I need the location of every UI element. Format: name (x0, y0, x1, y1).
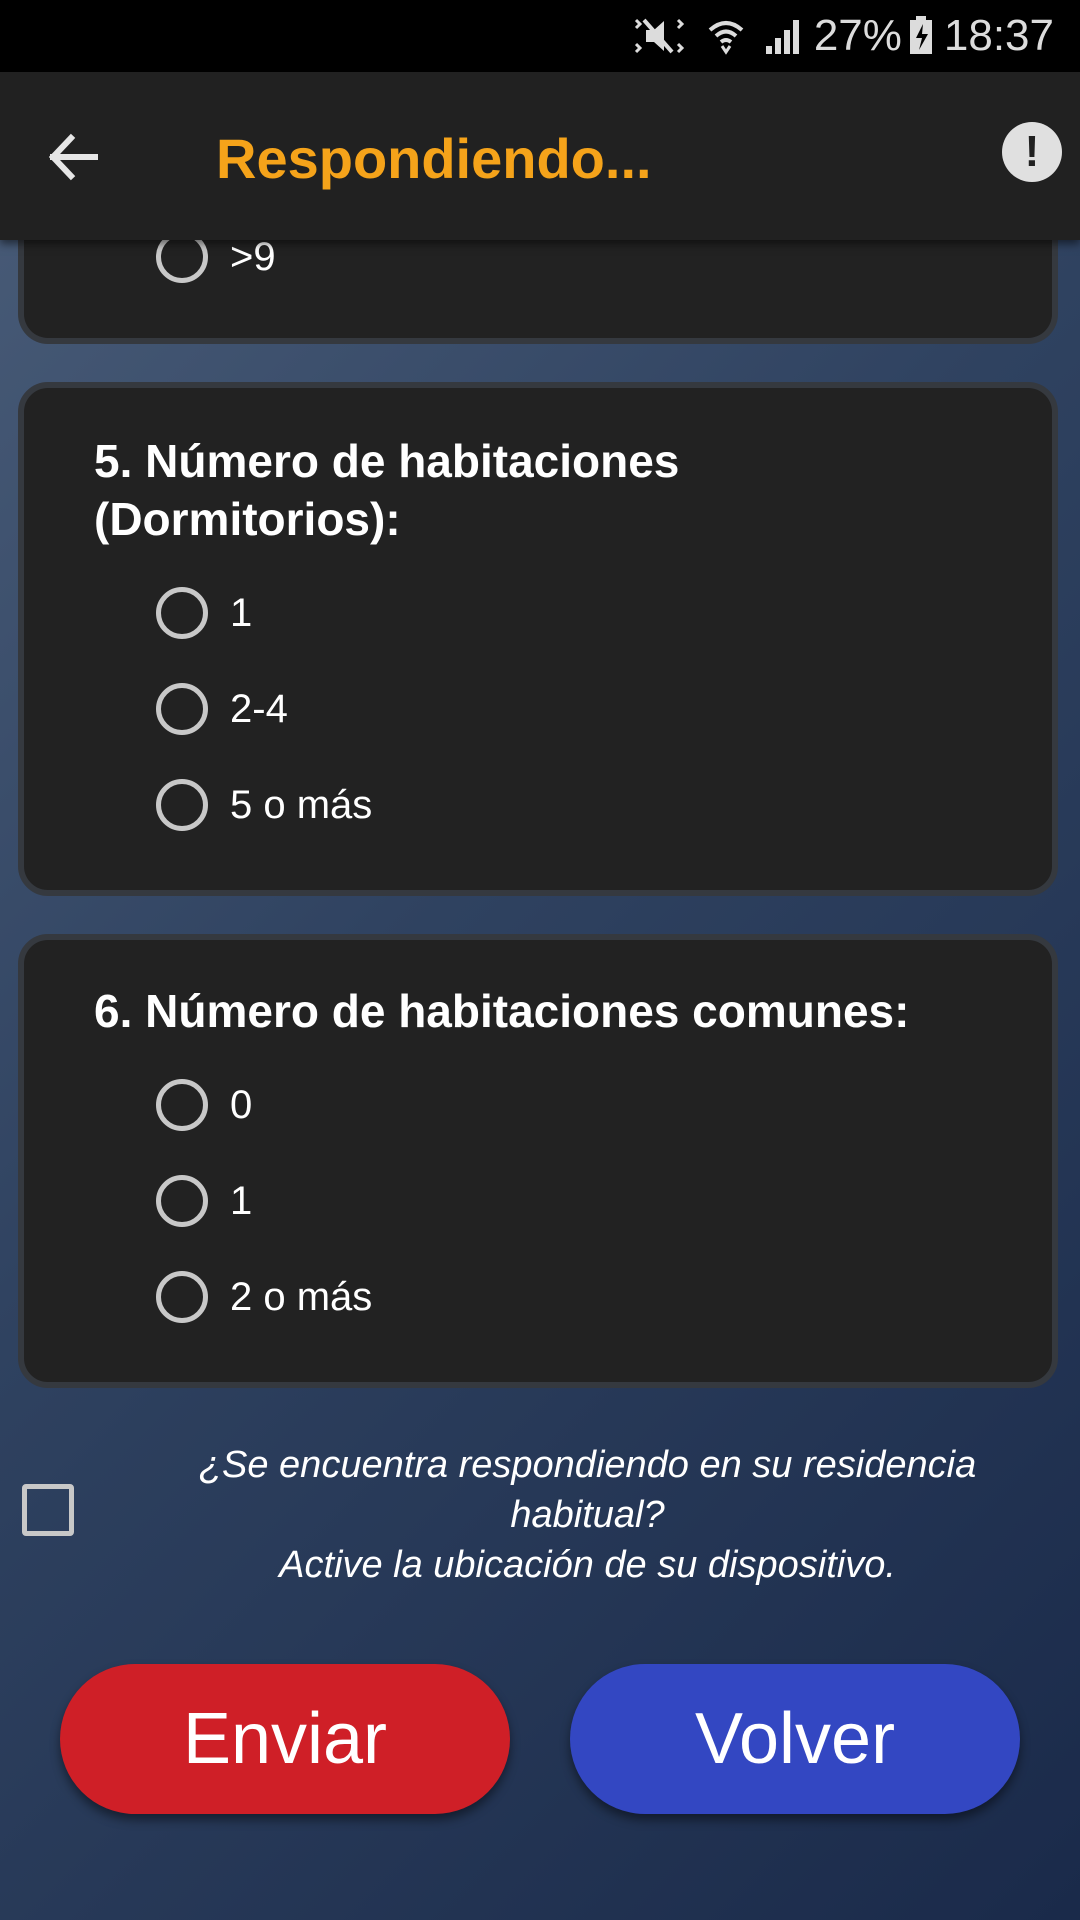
location-prompt-line: ¿Se encuentra respondiendo en su residen… (198, 1444, 977, 1486)
radio-option-label: 2 o más (230, 1274, 373, 1319)
radio-option-label: 0 (230, 1082, 253, 1127)
radio-button[interactable] (156, 683, 208, 735)
radio-button[interactable] (156, 1271, 208, 1323)
app-bar: Respondiendo... ! (0, 72, 1080, 240)
back-button[interactable] (38, 122, 108, 192)
info-button[interactable]: ! (1002, 122, 1062, 182)
radio-option[interactable]: 5 o más (156, 774, 372, 836)
radio-option-label: 2-4 (230, 686, 288, 731)
wifi-icon (706, 16, 746, 56)
signal-icon (764, 16, 804, 56)
radio-option[interactable]: 2 o más (156, 1266, 372, 1328)
radio-button[interactable] (156, 779, 208, 831)
question-title-line: (Dormitorios): (94, 493, 401, 545)
radio-option[interactable]: 0 (156, 1074, 252, 1136)
mute-vibrate-icon (632, 16, 688, 56)
send-button[interactable]: Enviar (60, 1664, 510, 1814)
location-prompt: ¿Se encuentra respondiendo en su residen… (150, 1440, 1025, 1590)
location-prompt-line: habitual? (510, 1494, 665, 1536)
radio-option-label: 1 (230, 1178, 253, 1223)
exclamation-icon: ! (1024, 127, 1040, 176)
radio-option-label: 1 (230, 590, 253, 635)
radio-option[interactable]: 2-4 (156, 678, 288, 740)
question-title-line: 5. Número de habitaciones (94, 435, 680, 487)
back-main-button[interactable]: Volver (570, 1664, 1020, 1814)
battery-charging-icon (908, 16, 934, 56)
clock: 18:37 (943, 11, 1054, 60)
question-title: 5. Número de habitaciones (Dormitorios): (94, 432, 679, 548)
radio-option[interactable]: 1 (156, 582, 252, 644)
battery-percent: 27% (813, 11, 902, 60)
radio-option-label: >9 (230, 234, 276, 279)
question-card-6: 6. Número de habitaciones comunes: 0 1 2… (18, 934, 1058, 1388)
radio-option-label: 5 o más (230, 782, 373, 827)
question-card-5: 5. Número de habitaciones (Dormitorios):… (18, 382, 1058, 896)
location-prompt-line: Active la ubicación de su dispositivo. (279, 1544, 896, 1586)
status-bar: 27% 18:37 (0, 0, 1080, 72)
arrow-left-icon (48, 133, 98, 181)
radio-button[interactable] (156, 1079, 208, 1131)
radio-button[interactable] (156, 1175, 208, 1227)
radio-button[interactable] (156, 587, 208, 639)
question-title: 6. Número de habitaciones comunes: (94, 985, 910, 1037)
residence-checkbox[interactable] (22, 1484, 74, 1536)
radio-option[interactable]: 1 (156, 1170, 252, 1232)
page-title: Respondiendo... (216, 127, 652, 190)
